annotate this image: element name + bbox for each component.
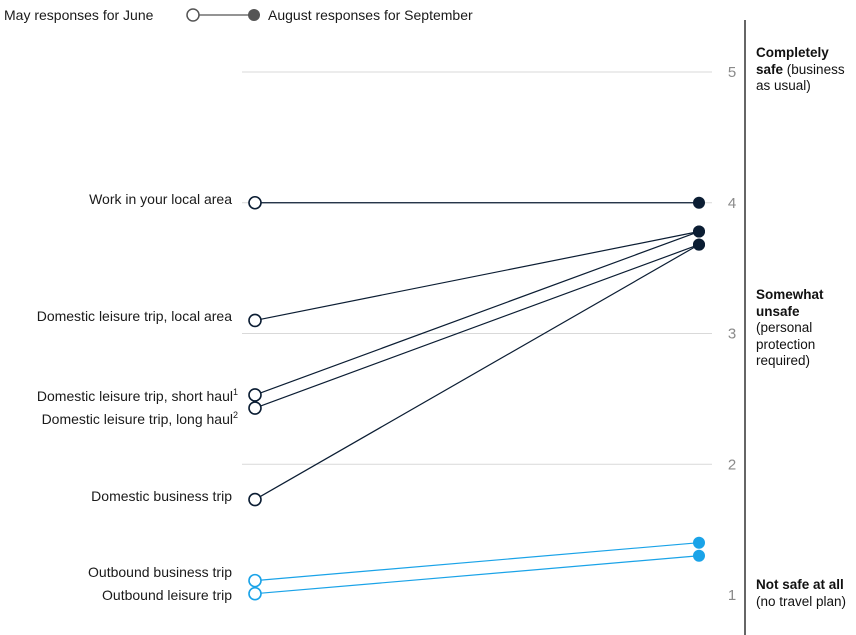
series-label: Outbound leisure trip bbox=[102, 587, 232, 603]
september-marker bbox=[693, 549, 705, 562]
annotation-somewhat-unsafe: Somewhat unsafe (personal protection req… bbox=[756, 287, 856, 370]
june-marker bbox=[248, 195, 262, 210]
june-marker bbox=[248, 586, 262, 601]
series-label: Domestic leisure trip, short haul1 bbox=[37, 387, 238, 404]
y-tick-label: 5 bbox=[728, 64, 736, 81]
slope-chart: May responses for June August responses … bbox=[4, 7, 746, 635]
footnote-marker: 2 bbox=[233, 410, 238, 420]
september-marker bbox=[693, 536, 705, 549]
series-label: Domestic leisure trip, local area bbox=[37, 308, 233, 324]
june-marker bbox=[248, 492, 262, 507]
series-label: Domestic business trip bbox=[91, 488, 232, 504]
june-marker bbox=[248, 573, 262, 588]
y-tick-label: 4 bbox=[728, 195, 736, 212]
legend: May responses for June August responses … bbox=[4, 7, 473, 23]
y-tick-label: 2 bbox=[728, 456, 736, 473]
legend-open-marker bbox=[186, 8, 200, 22]
y-tick-label: 3 bbox=[728, 326, 736, 343]
september-marker bbox=[693, 238, 705, 251]
legend-filled-marker bbox=[248, 9, 260, 21]
series-label: Outbound business trip bbox=[88, 564, 232, 580]
series-markers bbox=[248, 195, 705, 601]
grid: 1 2 3 4 5 bbox=[242, 64, 736, 604]
annotation-detail: (no travel plan) bbox=[756, 593, 847, 609]
legend-june-label: May responses for June bbox=[4, 7, 154, 23]
september-marker bbox=[693, 196, 705, 209]
series-line bbox=[254, 244, 700, 501]
annotation-title: Somewhat unsafe bbox=[756, 287, 824, 319]
september-marker bbox=[693, 225, 705, 238]
series-label: Domestic leisure trip, long haul2 bbox=[42, 410, 238, 427]
series-label: Work in your local area bbox=[89, 191, 232, 207]
series-lines bbox=[254, 202, 700, 595]
series-line bbox=[254, 230, 700, 396]
series-line bbox=[254, 230, 700, 322]
y-tick-label: 1 bbox=[728, 587, 736, 604]
june-marker bbox=[248, 401, 262, 415]
series-line bbox=[254, 244, 700, 409]
annotation-detail: (personal protection required) bbox=[756, 320, 816, 368]
annotation-title: Not safe at all bbox=[756, 577, 844, 592]
footnote-marker: 1 bbox=[233, 387, 238, 397]
annotation-completely-safe: Completely safe (business as usual) bbox=[756, 45, 856, 95]
june-marker bbox=[248, 388, 262, 402]
annotation-not-safe: Not safe at all (no travel plan) bbox=[756, 577, 856, 610]
series-labels: Work in your local area Domestic leisure … bbox=[37, 191, 238, 603]
legend-sept-label: August responses for September bbox=[268, 7, 473, 23]
june-marker bbox=[248, 313, 262, 328]
